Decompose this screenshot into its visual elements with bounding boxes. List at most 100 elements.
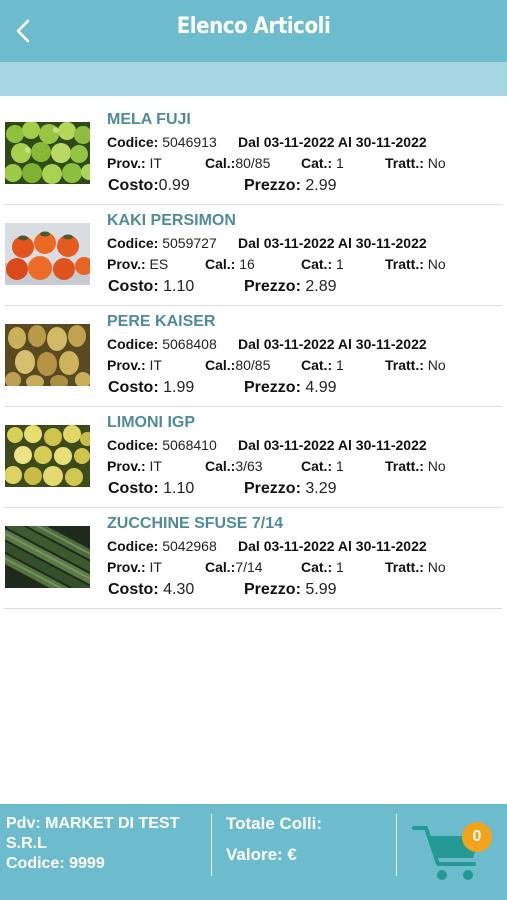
- prov-label: Prov.:: [107, 458, 146, 474]
- cal-value: 80/85: [235, 155, 271, 171]
- dal-label: Dal: [238, 134, 260, 150]
- list-item[interactable]: ZUCCHINE SFUSE 7/14 Codice: 5042968 Dal …: [4, 508, 502, 609]
- al-label: Al: [337, 235, 352, 251]
- pears-photo: [5, 324, 90, 386]
- codice-value: 5068410: [162, 437, 217, 453]
- codice-value: 5046913: [162, 134, 217, 150]
- dal-date: 03-11-2022: [263, 336, 335, 352]
- cart-button[interactable]: 0: [412, 818, 494, 886]
- prezzo-value: 3.29: [305, 480, 337, 497]
- prov-label: Prov.:: [107, 357, 146, 373]
- costo-label: Costo:: [108, 278, 159, 295]
- code-row: Codice: 5042968 Dal 03-11-2022 Al 30-11-…: [107, 536, 502, 557]
- dal-label: Dal: [238, 336, 260, 352]
- cat-label: Cat.:: [301, 256, 333, 272]
- al-date: 30-11-2022: [355, 134, 427, 150]
- price-row: Costo: 4.30 Prezzo: 5.99: [107, 578, 502, 602]
- totale-colli-label: Totale Colli:: [226, 814, 323, 833]
- item-details: LIMONI IGP Codice: 5068410 Dal 03-11-202…: [107, 413, 502, 501]
- costo-value: 0.99: [158, 177, 190, 194]
- prov-label: Prov.:: [107, 155, 146, 171]
- prezzo-value: 5.99: [305, 581, 337, 598]
- footer-divider: [211, 814, 212, 876]
- dal-label: Dal: [238, 235, 260, 251]
- costo-label: Costo:: [108, 581, 159, 598]
- cat-value: 1: [336, 155, 344, 171]
- codice-label: Codice:: [107, 235, 159, 251]
- al-date: 30-11-2022: [355, 538, 427, 554]
- dal-date: 03-11-2022: [263, 437, 335, 453]
- price-row: Costo:0.99 Prezzo: 2.99: [107, 174, 502, 198]
- costo-value: 1.10: [163, 480, 195, 497]
- prov-value: IT: [149, 559, 162, 575]
- cal-value: 16: [239, 256, 255, 272]
- cat-label: Cat.:: [301, 357, 333, 373]
- cal-value: 80/85: [235, 357, 271, 373]
- store-name-line2: S.R.L: [6, 835, 47, 852]
- code-row: Codice: 5068410 Dal 03-11-2022 Al 30-11-…: [107, 435, 502, 456]
- footer-bar: Pdv: MARKET DI TEST S.R.L Codice: 9999 T…: [0, 804, 507, 900]
- codice-label: Codice:: [107, 134, 159, 150]
- prezzo-value: 2.89: [305, 278, 337, 295]
- price-row: Costo: 1.99 Prezzo: 4.99: [107, 376, 502, 400]
- codice-label: Codice:: [107, 538, 159, 554]
- zucchini-photo: [5, 526, 90, 588]
- al-label: Al: [337, 336, 352, 352]
- codice-label: Codice:: [107, 336, 159, 352]
- al-label: Al: [337, 134, 352, 150]
- dal-date: 03-11-2022: [263, 235, 335, 251]
- tratt-value: No: [427, 559, 446, 575]
- prezzo-label: Prezzo:: [244, 379, 301, 396]
- tratt-label: Tratt.:: [385, 155, 424, 171]
- apples-photo: [5, 122, 90, 184]
- prezzo-value: 2.99: [305, 177, 337, 194]
- codice-value: 5068408: [162, 336, 217, 352]
- item-details: PERE KAISER Codice: 5068408 Dal 03-11-20…: [107, 312, 502, 400]
- cal-label: Cal.:: [205, 357, 236, 373]
- list-item[interactable]: KAKI PERSIMON Codice: 5059727 Dal 03-11-…: [4, 205, 502, 306]
- costo-value: 1.99: [163, 379, 195, 396]
- prov-value: ES: [149, 256, 169, 272]
- costo-label: Costo:: [108, 379, 159, 396]
- cal-label: Cal.:: [205, 559, 236, 575]
- item-details: KAKI PERSIMON Codice: 5059727 Dal 03-11-…: [107, 211, 502, 299]
- prov-label: Prov.:: [107, 559, 146, 575]
- dal-label: Dal: [238, 437, 260, 453]
- store-code: Codice: 9999: [6, 855, 105, 872]
- article-list: MELA FUJI Codice: 5046913 Dal 03-11-2022…: [0, 104, 507, 609]
- cal-value: 3/63: [235, 458, 263, 474]
- tratt-label: Tratt.:: [385, 256, 424, 272]
- product-name: ZUCCHINE SFUSE 7/14: [107, 515, 284, 532]
- tratt-value: No: [427, 256, 446, 272]
- codice-value: 5059727: [162, 235, 217, 251]
- store-info: Pdv: MARKET DI TEST S.R.L Codice: 9999: [6, 814, 206, 874]
- cal-label: Cal.:: [205, 256, 236, 272]
- cart-count-badge: 0: [462, 822, 492, 852]
- list-item[interactable]: LIMONI IGP Codice: 5068410 Dal 03-11-202…: [4, 407, 502, 508]
- cat-value: 1: [336, 559, 344, 575]
- cal-label: Cal.:: [205, 458, 236, 474]
- sub-header-bar: [0, 62, 507, 96]
- prezzo-label: Prezzo:: [244, 177, 301, 194]
- dal-date: 03-11-2022: [263, 134, 335, 150]
- tratt-label: Tratt.:: [385, 458, 424, 474]
- attributes-row: Prov.: IT Cal.:80/85 Cat.: 1 Tratt.: No: [107, 355, 502, 376]
- prov-value: IT: [149, 357, 162, 373]
- totals-info: Totale Colli: Valore: €: [226, 814, 386, 865]
- valore-label: Valore: €: [226, 845, 297, 864]
- codice-label: Codice:: [107, 437, 159, 453]
- persimmons-photo: [5, 223, 90, 285]
- al-date: 30-11-2022: [355, 336, 427, 352]
- prov-value: IT: [149, 155, 162, 171]
- price-row: Costo: 1.10 Prezzo: 3.29: [107, 477, 502, 501]
- cat-value: 1: [336, 357, 344, 373]
- costo-value: 4.30: [163, 581, 195, 598]
- list-item[interactable]: PERE KAISER Codice: 5068408 Dal 03-11-20…: [4, 306, 502, 407]
- codice-value: 5042968: [162, 538, 217, 554]
- list-item[interactable]: MELA FUJI Codice: 5046913 Dal 03-11-2022…: [4, 104, 502, 205]
- product-name: PERE KAISER: [107, 313, 216, 330]
- product-name: KAKI PERSIMON: [107, 212, 236, 229]
- footer-divider: [396, 814, 397, 876]
- tratt-value: No: [427, 155, 446, 171]
- attributes-row: Prov.: ES Cal.: 16 Cat.: 1 Tratt.: No: [107, 254, 502, 275]
